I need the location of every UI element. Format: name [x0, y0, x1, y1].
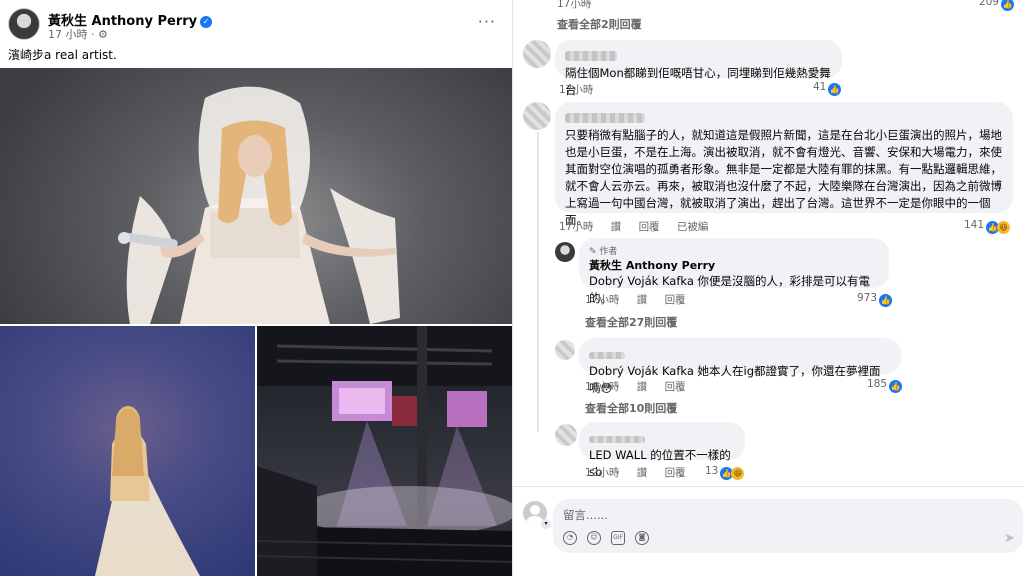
post-photo-back-view[interactable]	[0, 326, 255, 576]
post-meta: 17 小時 · ⚙	[48, 28, 108, 41]
author-avatar[interactable]	[555, 242, 575, 262]
like-button[interactable]: 讚	[637, 381, 648, 393]
gif-icon[interactable]: GIF	[611, 531, 625, 545]
reply-time[interactable]: 16小時	[585, 381, 619, 393]
like-reaction-icon: 👍	[889, 380, 903, 393]
commenter-avatar[interactable]	[555, 424, 577, 446]
reply-bubble: Dobrý Voják Kafka 她本人在ig都證實了，你還在夢裡面嗎😳	[579, 338, 901, 395]
reaction-count: 13	[705, 465, 719, 477]
commenter-avatar[interactable]	[555, 340, 575, 360]
more-options-button[interactable]: ···	[478, 12, 496, 31]
view-all-replies-link[interactable]: 查看全部10則回覆	[585, 400, 677, 416]
composer-toolbar: ◔ ☺ GIF ◙	[563, 531, 649, 545]
reply-button[interactable]: 回覆	[665, 294, 686, 306]
comment-composer: ▾ 留言...... ◔ ☺ GIF ◙ ➤	[513, 486, 1024, 576]
reply-button[interactable]: 回覆	[639, 221, 660, 233]
like-reaction-icon: 👍	[1001, 0, 1014, 11]
post-time[interactable]: 17 小時	[48, 28, 88, 41]
view-all-replies-link[interactable]: 查看全部2則回覆	[557, 16, 642, 32]
gear-icon: ⚙	[98, 28, 108, 41]
comment-reactions[interactable]: 41 👍	[813, 81, 842, 96]
commenter-avatar[interactable]	[523, 40, 551, 68]
emoji-icon[interactable]: ☺	[587, 531, 601, 545]
comment-bubble: LED WALL 的位置不一樣的 sb	[579, 422, 745, 479]
comment-actions: 17小時	[559, 82, 607, 97]
reply-bubble: ✎ 作者 黃秋生 Anthony Perry Dobrý Voják Kafka…	[579, 238, 889, 305]
reaction-count: 185	[867, 378, 888, 390]
post-photo-main[interactable]	[0, 68, 512, 324]
reply-reactions[interactable]: 185 👍	[867, 378, 903, 393]
like-button[interactable]: 讚	[637, 294, 648, 306]
reply-author-name[interactable]: 黃秋生 Anthony Perry	[589, 257, 879, 273]
chevron-down-icon[interactable]: ▾	[541, 519, 551, 529]
author-tag-label: 作者	[599, 247, 618, 257]
commenter-avatar[interactable]	[523, 102, 551, 130]
post-header: 黃秋生 Anthony Perry ✓ 17 小時 · ⚙ ···	[8, 8, 504, 41]
send-icon[interactable]: ➤	[1004, 531, 1015, 546]
author-avatar[interactable]	[8, 8, 40, 40]
blurred-name[interactable]	[565, 51, 617, 61]
comment-actions: 12小時 讚 回覆	[585, 465, 700, 480]
reply-reactions[interactable]: 973 👍	[857, 292, 893, 307]
comment-bubble: 隔住個Mon都睇到佢嘅唔甘心，同埋睇到佢幾熱愛舞台	[555, 40, 842, 97]
comment-actions: 17小時 讚 回覆 已被編	[559, 219, 722, 234]
reaction-count: 41	[813, 81, 827, 93]
reply-time[interactable]: 17小時	[585, 294, 619, 306]
comments-panel: 17小時 209 👍 查看全部2則回覆 隔住個Mon都睇到佢嘅唔甘心，同埋睇到佢幾…	[512, 0, 1024, 576]
reply-actions: 16小時 讚 回覆	[585, 379, 700, 394]
like-button[interactable]: 讚	[637, 467, 648, 479]
edited-label[interactable]: 已被編	[677, 221, 709, 233]
sticker-icon[interactable]: ◔	[563, 531, 577, 545]
comment-reactions[interactable]: 13 👍 😆	[705, 465, 745, 480]
prev-comment-reactions[interactable]: 209 👍	[979, 0, 1014, 11]
comment-time[interactable]: 17小時	[559, 84, 593, 96]
blurred-name[interactable]	[589, 352, 625, 359]
comment-time[interactable]: 17小時	[559, 221, 593, 233]
comment-time[interactable]: 12小時	[585, 467, 619, 479]
reaction-count: 973	[857, 292, 878, 304]
comment-bubble: 只要稍微有點腦子的人，就知道這是假照片新聞，這是在台北小巨蛋演出的照片，場地也是…	[555, 102, 1013, 227]
like-reaction-icon: 👍	[828, 83, 842, 96]
reaction-count: 141	[963, 219, 984, 231]
facebook-post: 黃秋生 Anthony Perry ✓ 17 小時 · ⚙ ··· 濱崎步a re…	[0, 0, 512, 576]
camera-icon[interactable]: ◙	[635, 531, 649, 545]
reply-actions: 17小時 讚 回覆	[585, 292, 700, 307]
haha-reaction-icon: 😆	[731, 467, 745, 480]
reply-button[interactable]: 回覆	[665, 381, 686, 393]
comment-input[interactable]: 留言...... ◔ ☺ GIF ◙ ➤	[553, 499, 1023, 553]
post-caption: 濱崎步a real artist.	[8, 48, 117, 62]
haha-reaction-icon: 😆	[997, 221, 1010, 234]
verified-badge-icon: ✓	[200, 16, 213, 28]
thread-line	[537, 132, 539, 432]
like-reaction-icon: 👍	[879, 294, 893, 307]
view-all-replies-link[interactable]: 查看全部27則回覆	[585, 314, 677, 330]
author-tag: ✎ 作者	[589, 247, 618, 257]
reply-button[interactable]: 回覆	[665, 467, 686, 479]
post-photo-arena[interactable]	[257, 326, 512, 576]
prev-comment-actions: 17小時	[557, 0, 592, 10]
comment-reactions[interactable]: 141 👍 😆	[964, 219, 1010, 234]
blurred-name[interactable]	[589, 436, 645, 443]
reaction-count: 209	[978, 0, 999, 8]
blurred-name[interactable]	[565, 113, 645, 123]
comment-text: 只要稍微有點腦子的人，就知道這是假照片新聞，這是在台北小巨蛋演出的照片，場地也是…	[565, 128, 1002, 227]
comment-input-placeholder[interactable]: 留言......	[563, 507, 608, 523]
like-button[interactable]: 讚	[611, 221, 622, 233]
